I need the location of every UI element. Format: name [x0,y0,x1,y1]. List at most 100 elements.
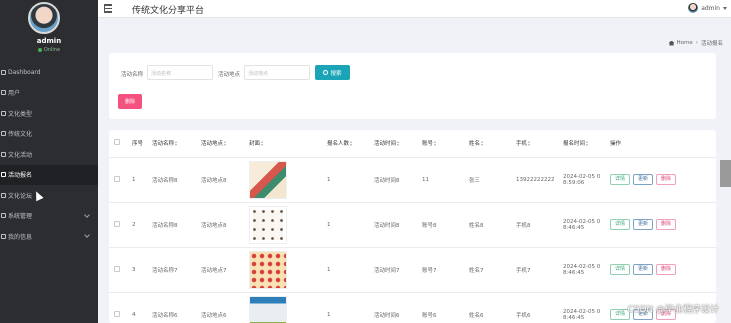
column-header: 操作 [610,130,716,158]
column-header[interactable]: 活动名称 [152,130,201,158]
sidebar-item-label: 我的信息 [8,233,33,241]
sidebar-item-label: 活动报名 [8,172,33,180]
column-header[interactable]: 报名时间 [563,130,610,158]
sort-icon [397,141,400,147]
cell-index: 1 [132,157,152,203]
book-icon [1,131,6,137]
table-header-row: 序号 活动名称 活动地点 封面 报名人数 活动时间 账号 姓名 手机 报名时间 … [109,130,716,158]
sidebar-item-system-management[interactable]: 系统管理 [0,206,98,227]
cell-activity-time: 活动时间8 [374,202,422,248]
sort-icon [481,141,484,147]
cell-signup-time: 2024-02-05 0 8:46:45 [563,292,610,323]
table-row: 2 活动名称8 活动地点8 1 活动时间8 账号8 姓名8 手机8 2024-0… [109,202,716,248]
activity-place-input[interactable]: 活动地点 [244,65,310,80]
chevron-down-icon [84,232,90,238]
sidebar: admin Online Dashboard 用户 文化类型 传统文化 文化活动… [0,0,98,323]
cell-activity-place: 活动地点8 [201,202,249,248]
row-checkbox[interactable] [109,247,132,293]
signup-table-card: 序号 活动名称 活动地点 封面 报名人数 活动时间 账号 姓名 手机 报名时间 … [109,130,716,323]
activity-name-label: 活动名称 [121,72,144,78]
forum-icon [1,192,6,198]
row-checkbox[interactable] [109,292,132,323]
cell-person-name: 姓名7 [469,247,516,293]
cell-activity-place: 活动地点6 [201,292,249,323]
table-row: 3 活动名称7 活动地点7 1 活动时间7 账号7 姓名7 手机7 2024-0… [109,247,716,293]
caret-down-icon [723,6,727,10]
column-header[interactable]: 活动地点 [201,130,249,158]
column-header[interactable]: 封面 [249,130,327,158]
user-menu[interactable]: admin [688,3,727,13]
sidebar-item-users[interactable]: 用户 [0,83,98,104]
sidebar-item-label: 文化论坛 [8,192,33,200]
column-header[interactable]: 姓名 [469,130,516,158]
cell-cover [249,202,327,248]
view-button[interactable]: 详情 [610,174,631,185]
cell-activity-name: 活动名称8 [152,202,201,248]
cell-activity-name: 活动名称8 [152,157,201,203]
delete-button[interactable]: 删除 [656,219,677,230]
update-button[interactable]: 更新 [633,174,654,185]
app-title: 传统文化分享平台 [132,6,205,16]
sidebar-item-traditional-culture[interactable]: 传统文化 [0,124,98,145]
search-panel: 活动名称 活动名称 活动地点 活动地点 搜索 删除 [109,53,716,119]
row-checkbox[interactable] [109,202,132,248]
update-button[interactable]: 更新 [633,219,654,230]
sidebar-item-my-info[interactable]: 我的信息 [0,226,98,247]
cell-account: 账号7 [422,247,469,293]
sidebar-item-culture-forum[interactable]: 文化论坛 [0,185,98,206]
select-all-checkbox[interactable] [109,130,132,158]
cell-cover [249,292,327,323]
topbar-username: admin [701,4,720,12]
sort-icon [175,141,178,147]
chevron-down-icon [84,211,90,218]
sidebar-item-dashboard[interactable]: Dashboard [0,62,98,83]
activity-name-input[interactable]: 活动名称 [147,65,213,80]
delete-button[interactable]: 删除 [656,264,677,275]
sort-icon [350,141,353,147]
update-button[interactable]: 更新 [633,264,654,275]
search-button[interactable]: 搜索 [315,65,350,80]
cell-activity-name: 活动名称6 [152,292,201,323]
menu-toggle-icon[interactable] [104,4,112,13]
breadcrumb-home[interactable]: Home [677,40,693,46]
table-row: 4 活动名称6 活动地点6 1 活动时间6 账号6 姓名6 手机6 2024-0… [109,292,716,323]
online-status: Online [0,47,98,53]
cell-phone: 手机8 [516,202,563,248]
cell-person-name: 张三 [469,157,516,203]
activity-place-label: 活动地点 [218,72,241,78]
cover-image[interactable] [249,250,287,289]
settings-icon [1,213,6,219]
cell-activity-time: 活动时间6 [374,292,422,323]
column-header[interactable]: 报名人数 [327,130,374,158]
sidebar-item-activity-signup[interactable]: 活动报名 [0,164,98,185]
cell-index: 4 [132,292,152,323]
cell-signup-time: 2024-02-05 0 8:46:45 [563,247,610,293]
scrollbar-thumb[interactable] [720,160,731,187]
column-header[interactable]: 活动时间 [374,130,422,158]
sidebar-username: admin [36,37,62,45]
calendar-icon [1,151,6,157]
user-avatar[interactable] [28,2,60,34]
cover-image[interactable] [249,205,287,244]
search-icon [323,70,329,75]
home-icon [668,40,675,46]
delete-button[interactable]: 删除 [656,174,677,185]
sort-icon [261,141,264,147]
cover-image[interactable] [249,160,287,199]
column-header[interactable]: 账号 [422,130,469,158]
cell-person-name: 姓名6 [469,292,516,323]
row-checkbox[interactable] [109,157,132,203]
cell-signup-count: 1 [327,202,374,248]
avatar [688,3,699,13]
cell-activity-name: 活动名称7 [152,247,201,293]
sidebar-item-culture-activity[interactable]: 文化活动 [0,144,98,165]
view-button[interactable]: 详情 [610,264,631,275]
column-header[interactable]: 手机 [516,130,563,158]
view-button[interactable]: 详情 [610,219,631,230]
sidebar-item-culture-type[interactable]: 文化类型 [0,103,98,124]
sidebar-item-label: Dashboard [8,68,41,76]
watermark: CSDN @毕业程序设计 [627,305,719,315]
cover-image[interactable] [249,295,287,323]
batch-delete-button[interactable]: 删除 [118,94,142,109]
sort-icon [434,141,437,147]
